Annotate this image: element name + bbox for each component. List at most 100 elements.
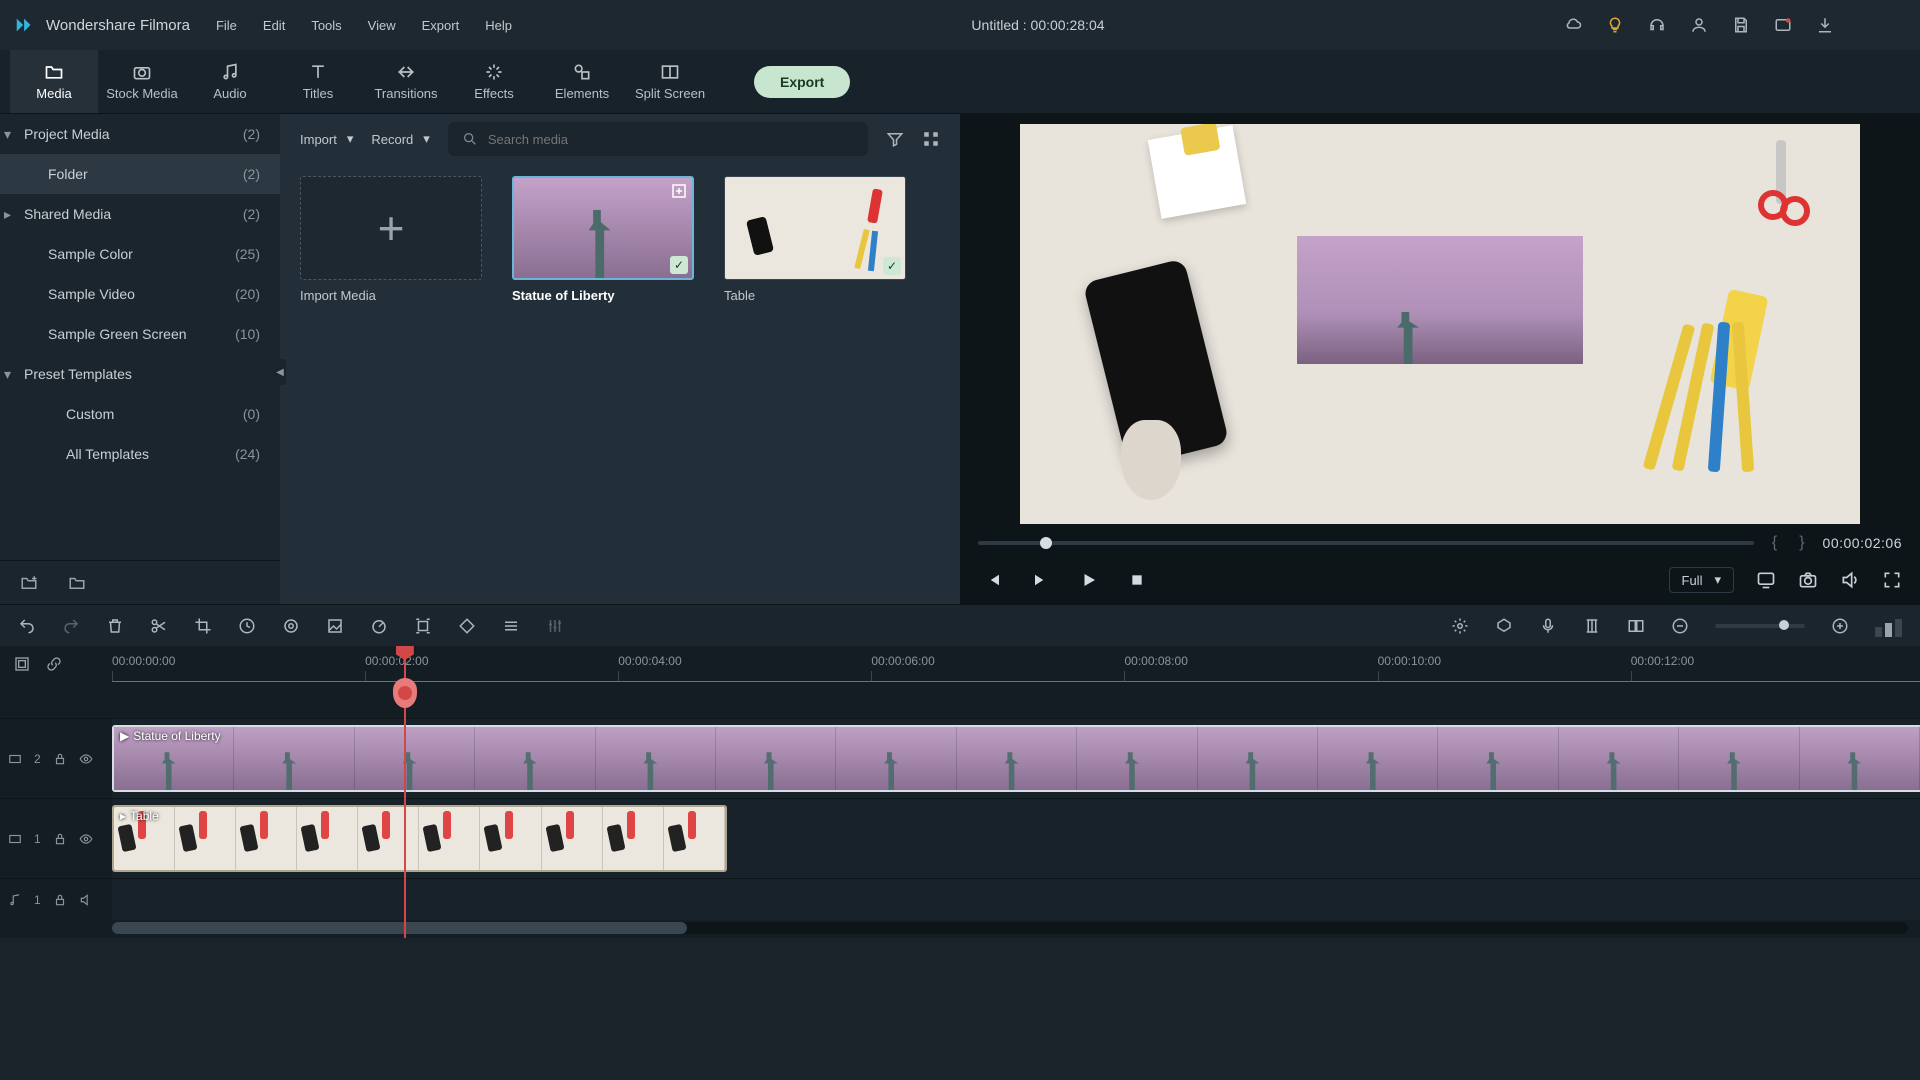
lock-icon[interactable] <box>53 832 67 846</box>
tab-stock-media[interactable]: Stock Media <box>98 50 186 113</box>
stop-button[interactable] <box>1122 565 1152 595</box>
music-note-icon <box>8 893 22 907</box>
import-dropdown[interactable]: Import▾ <box>300 131 353 147</box>
menu-edit[interactable]: Edit <box>263 18 285 33</box>
speed-icon[interactable] <box>238 617 256 635</box>
media-item-statue[interactable]: ✓ Statue of Liberty <box>512 176 694 303</box>
lightbulb-icon[interactable] <box>1606 16 1624 34</box>
color-icon[interactable] <box>282 617 300 635</box>
tab-audio[interactable]: Audio <box>186 50 274 113</box>
record-dropdown[interactable]: Record▾ <box>371 131 429 147</box>
scrub-bar[interactable] <box>978 541 1754 545</box>
tab-titles[interactable]: Titles <box>274 50 362 113</box>
used-check-icon: ✓ <box>883 257 901 275</box>
undo-icon[interactable] <box>18 617 36 635</box>
headset-icon[interactable] <box>1648 16 1666 34</box>
menu-tools[interactable]: Tools <box>311 18 341 33</box>
menu-file[interactable]: File <box>216 18 237 33</box>
eye-icon[interactable] <box>79 752 93 766</box>
motion-tracking-icon[interactable] <box>414 617 432 635</box>
track-manage-icon[interactable] <box>14 656 30 672</box>
mark-in-icon[interactable]: { <box>1768 534 1781 552</box>
step-back-button[interactable] <box>978 565 1008 595</box>
timeline-h-scrollbar[interactable] <box>112 922 1908 934</box>
lock-icon[interactable] <box>53 893 67 907</box>
playhead-knob[interactable] <box>393 678 417 708</box>
split-clip-icon[interactable] <box>150 617 168 635</box>
add-to-timeline-icon[interactable] <box>670 182 688 200</box>
tab-split-screen[interactable]: Split Screen <box>626 50 714 113</box>
sidebar-item-sample-video[interactable]: Sample Video(20) <box>0 274 280 314</box>
tab-effects[interactable]: Effects <box>450 50 538 113</box>
delete-icon[interactable] <box>106 617 124 635</box>
speed-ramp-icon[interactable] <box>370 617 388 635</box>
dual-view-icon[interactable] <box>1627 617 1645 635</box>
audio-mixer-icon[interactable] <box>546 617 564 635</box>
account-icon[interactable] <box>1690 16 1708 34</box>
zoom-in-icon[interactable] <box>1831 617 1849 635</box>
import-media-tile[interactable]: + Import Media <box>300 176 482 303</box>
eye-icon[interactable] <box>79 832 93 846</box>
new-folder-icon[interactable] <box>20 574 38 592</box>
open-folder-icon[interactable] <box>68 574 86 592</box>
fullscreen-icon[interactable] <box>1882 570 1902 590</box>
track-head-v1: 1 <box>0 799 112 878</box>
redo-icon[interactable] <box>62 617 80 635</box>
shapes-icon <box>571 62 593 82</box>
download-icon[interactable] <box>1816 16 1834 34</box>
menu-view[interactable]: View <box>368 18 396 33</box>
sidebar-item-all-templates[interactable]: All Templates(24) <box>0 434 280 474</box>
thumb-preview <box>589 210 611 278</box>
message-icon[interactable] <box>1774 16 1792 34</box>
snapshot-icon[interactable] <box>1798 570 1818 590</box>
save-icon[interactable] <box>1732 16 1750 34</box>
display-icon[interactable] <box>1756 570 1776 590</box>
adjust-icon[interactable] <box>502 617 520 635</box>
mute-icon[interactable] <box>79 893 93 907</box>
tab-transitions[interactable]: Transitions <box>362 50 450 113</box>
media-item-table[interactable]: ✓ Table <box>724 176 906 303</box>
zoom-fit-icon[interactable] <box>1875 615 1902 637</box>
export-button[interactable]: Export <box>754 66 850 98</box>
marker-icon[interactable] <box>1495 617 1513 635</box>
menu-help[interactable]: Help <box>485 18 512 33</box>
panel-collapse-icon[interactable]: ◀ <box>274 359 286 385</box>
mixer-icon[interactable] <box>1583 617 1601 635</box>
cloud-icon[interactable] <box>1564 16 1582 34</box>
sidebar-item-custom[interactable]: Custom(0) <box>0 394 280 434</box>
mark-out-icon[interactable]: } <box>1795 534 1808 552</box>
voiceover-icon[interactable] <box>1539 617 1557 635</box>
tab-media[interactable]: Media <box>10 50 98 113</box>
clip-table[interactable]: ▸Table <box>112 805 727 872</box>
zoom-slider[interactable] <box>1715 624 1805 628</box>
sidebar-item-sample-color[interactable]: Sample Color(25) <box>0 234 280 274</box>
tab-elements[interactable]: Elements <box>538 50 626 113</box>
menu-export[interactable]: Export <box>422 18 460 33</box>
green-screen-icon[interactable] <box>326 617 344 635</box>
zoom-out-icon[interactable] <box>1671 617 1689 635</box>
lock-icon[interactable] <box>53 752 67 766</box>
preview-canvas[interactable] <box>960 114 1920 530</box>
preview-quality-dropdown[interactable]: Full▾ <box>1669 567 1734 593</box>
crop-icon[interactable] <box>194 617 212 635</box>
step-forward-button[interactable] <box>1026 565 1056 595</box>
grid-view-icon[interactable] <box>922 130 940 148</box>
search-input[interactable] <box>488 132 854 147</box>
playhead[interactable] <box>404 646 406 938</box>
sidebar-item-shared-media[interactable]: ▸Shared Media(2) <box>0 194 280 234</box>
link-icon[interactable] <box>46 656 62 672</box>
scrollbar-thumb[interactable] <box>112 922 687 934</box>
clip-statue[interactable]: ▶Statue of Liberty <box>112 725 1920 792</box>
sidebar-bottom <box>0 560 280 604</box>
filter-icon[interactable] <box>886 130 904 148</box>
time-ruler[interactable]: 00:00:00:00 00:00:02:00 00:00:04:00 00:0… <box>112 646 1920 682</box>
sidebar-item-project-media[interactable]: ▾Project Media(2) <box>0 114 280 154</box>
sidebar-item-green-screen[interactable]: Sample Green Screen(10) <box>0 314 280 354</box>
search-box[interactable] <box>448 122 868 156</box>
render-icon[interactable] <box>1451 617 1469 635</box>
sidebar-item-preset-templates[interactable]: ▾Preset Templates <box>0 354 280 394</box>
sidebar-item-folder[interactable]: Folder(2) <box>0 154 280 194</box>
volume-icon[interactable] <box>1840 570 1860 590</box>
keyframe-icon[interactable] <box>458 617 476 635</box>
play-button[interactable] <box>1074 565 1104 595</box>
